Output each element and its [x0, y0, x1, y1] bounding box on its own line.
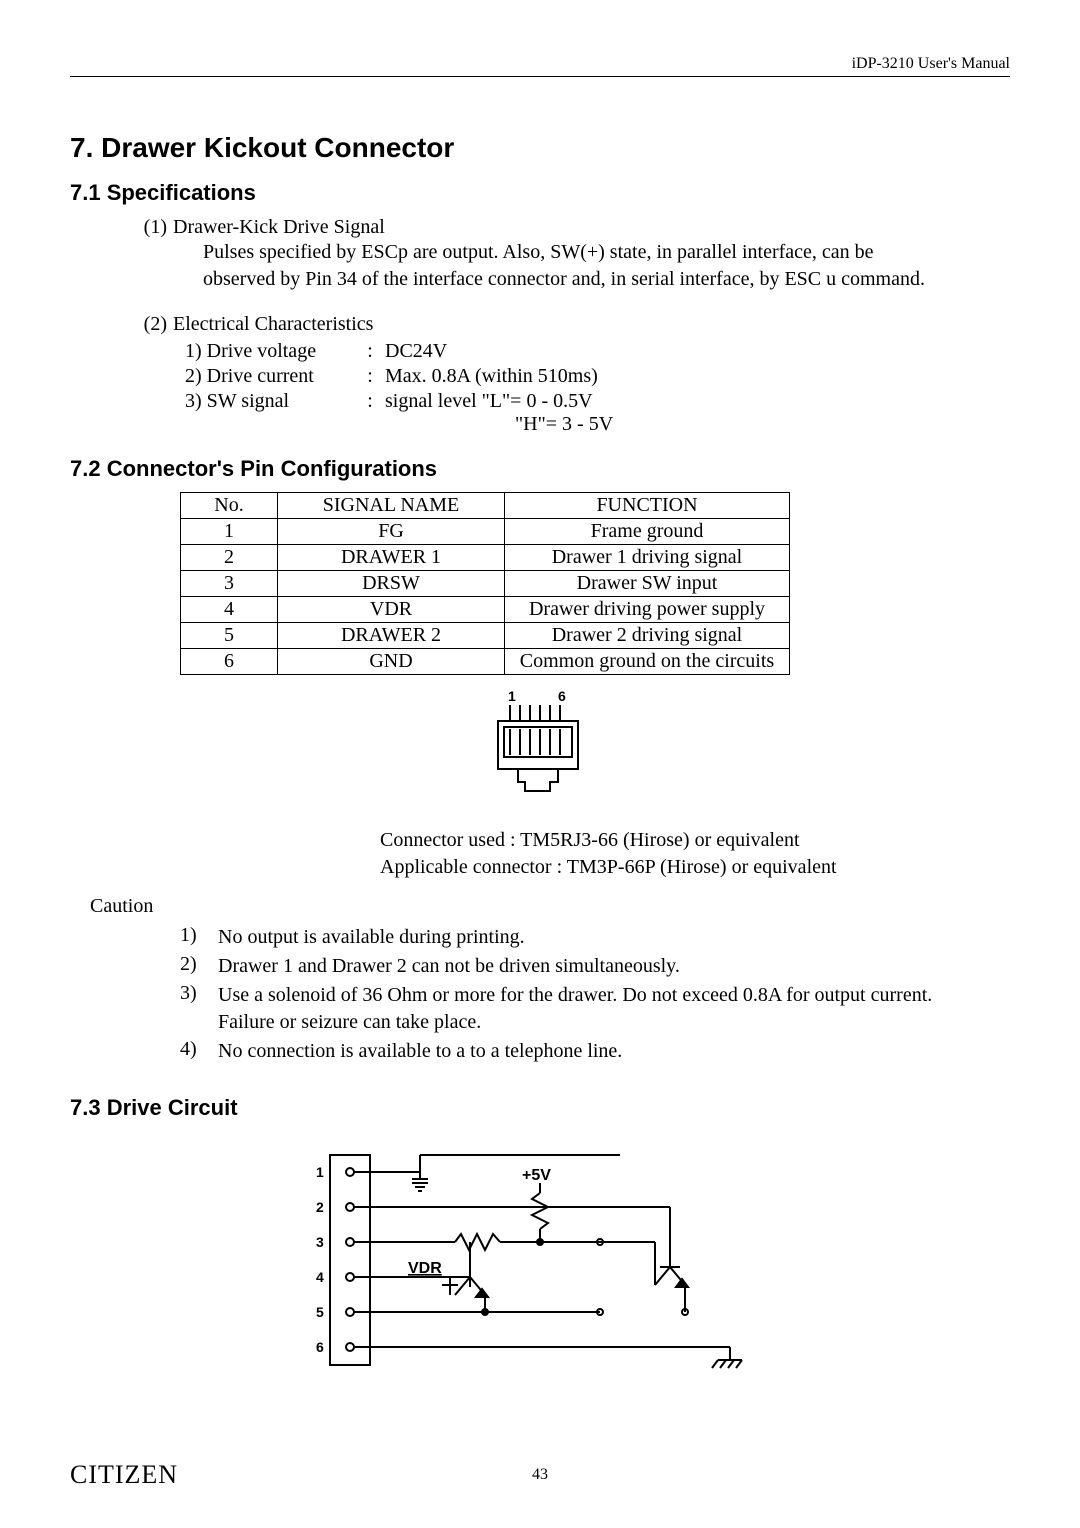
subsection-7-1-title: 7.1 Specifications: [70, 180, 1010, 206]
pin-num: 4: [316, 1269, 324, 1285]
colon: :: [355, 390, 385, 436]
char-value: Max. 0.8A (within 510ms): [385, 365, 1010, 388]
label-vdr: VDR: [408, 1260, 442, 1277]
subsection-7-2-title: 7.2 Connector's Pin Configurations: [70, 456, 1010, 482]
caution-item: 4) No connection is available to a to a …: [180, 1038, 1010, 1065]
drive-circuit-icon: 1 2 3 4 5 6: [300, 1135, 780, 1395]
spec2-num: (2): [125, 313, 173, 336]
table-row: 6GNDCommon ground on the circuits: [181, 649, 790, 675]
caution-list: 1) No output is available during printin…: [180, 924, 1010, 1065]
table-row: 5DRAWER 2Drawer 2 driving signal: [181, 623, 790, 649]
spec-item-1: (1) Drawer-Kick Drive Signal Pulses spec…: [125, 216, 1010, 293]
pin-label-1: 1: [508, 688, 516, 704]
table-row: 1FGFrame ground: [181, 519, 790, 545]
spec-item-2: (2) Electrical Characteristics 1) Drive …: [125, 313, 1010, 436]
page-number: 43: [70, 1466, 1010, 1484]
page-footer: CITIZEN 43: [70, 1460, 1010, 1490]
th-function: FUNCTION: [505, 493, 790, 519]
caution-block: Caution 1) No output is available during…: [70, 895, 1010, 1065]
char-value-extra: "H"= 3 - 5V: [385, 413, 1010, 436]
caution-item: 1) No output is available during printin…: [180, 924, 1010, 951]
connector-diagram: 1 6: [70, 687, 1010, 823]
char-label: 1) Drive voltage: [185, 340, 355, 363]
th-signal: SIGNAL NAME: [278, 493, 505, 519]
char-value: signal level "L"= 0 - 0.5V: [385, 390, 1010, 413]
colon: :: [355, 340, 385, 363]
char-value: DC24V: [385, 340, 1010, 363]
table-row: 3DRSWDrawer SW input: [181, 571, 790, 597]
spec1-label: Drawer-Kick Drive Signal: [173, 216, 1010, 239]
char-row: 1) Drive voltage : DC24V: [185, 340, 1010, 363]
table-header-row: No. SIGNAL NAME FUNCTION: [181, 493, 790, 519]
connector-used: Connector used : TM5RJ3-66 (Hirose) or e…: [380, 827, 1010, 854]
spec2-label: Electrical Characteristics: [173, 313, 1010, 336]
drive-circuit-diagram: 1 2 3 4 5 6: [70, 1135, 1010, 1401]
page: iDP-3210 User's Manual 7. Drawer Kickout…: [0, 0, 1080, 1528]
spec1-line1: Pulses specified by ESCp are output. Als…: [203, 239, 1010, 266]
table-row: 2DRAWER 1Drawer 1 driving signal: [181, 545, 790, 571]
electrical-characteristics-list: 1) Drive voltage : DC24V 2) Drive curren…: [185, 340, 1010, 436]
pin-configuration-table: No. SIGNAL NAME FUNCTION 1FGFrame ground…: [180, 492, 790, 675]
table-row: 4VDRDrawer driving power supply: [181, 597, 790, 623]
char-label: 3) SW signal: [185, 390, 355, 436]
pin-num: 5: [316, 1304, 324, 1320]
th-no: No.: [181, 493, 278, 519]
pin-num: 6: [316, 1339, 324, 1355]
caution-label: Caution: [90, 895, 1010, 918]
label-5v: +5V: [522, 1167, 551, 1184]
char-row: 2) Drive current : Max. 0.8A (within 510…: [185, 365, 1010, 388]
char-label: 2) Drive current: [185, 365, 355, 388]
header-rule: [70, 76, 1010, 77]
caution-item: 3) Use a solenoid of 36 Ohm or more for …: [180, 982, 1010, 1036]
connector-notes: Connector used : TM5RJ3-66 (Hirose) or e…: [380, 827, 1010, 881]
caution-item: 2) Drawer 1 and Drawer 2 can not be driv…: [180, 953, 1010, 980]
applicable-connector: Applicable connector : TM3P-66P (Hirose)…: [380, 854, 1010, 881]
spec1-num: (1): [125, 216, 173, 293]
pin-num: 3: [316, 1234, 324, 1250]
spec1-line2: observed by Pin 34 of the interface conn…: [203, 266, 1010, 293]
colon: :: [355, 365, 385, 388]
page-header: iDP-3210 User's Manual: [70, 55, 1010, 77]
pin-num: 2: [316, 1199, 324, 1215]
manual-title: iDP-3210 User's Manual: [70, 55, 1010, 73]
pin-label-6: 6: [558, 688, 566, 704]
char-row: 3) SW signal : signal level "L"= 0 - 0.5…: [185, 390, 1010, 436]
subsection-7-3-title: 7.3 Drive Circuit: [70, 1095, 1010, 1121]
pin-num: 1: [316, 1164, 324, 1180]
rj-connector-icon: 1 6: [480, 687, 600, 817]
section-title: 7. Drawer Kickout Connector: [70, 132, 1010, 164]
